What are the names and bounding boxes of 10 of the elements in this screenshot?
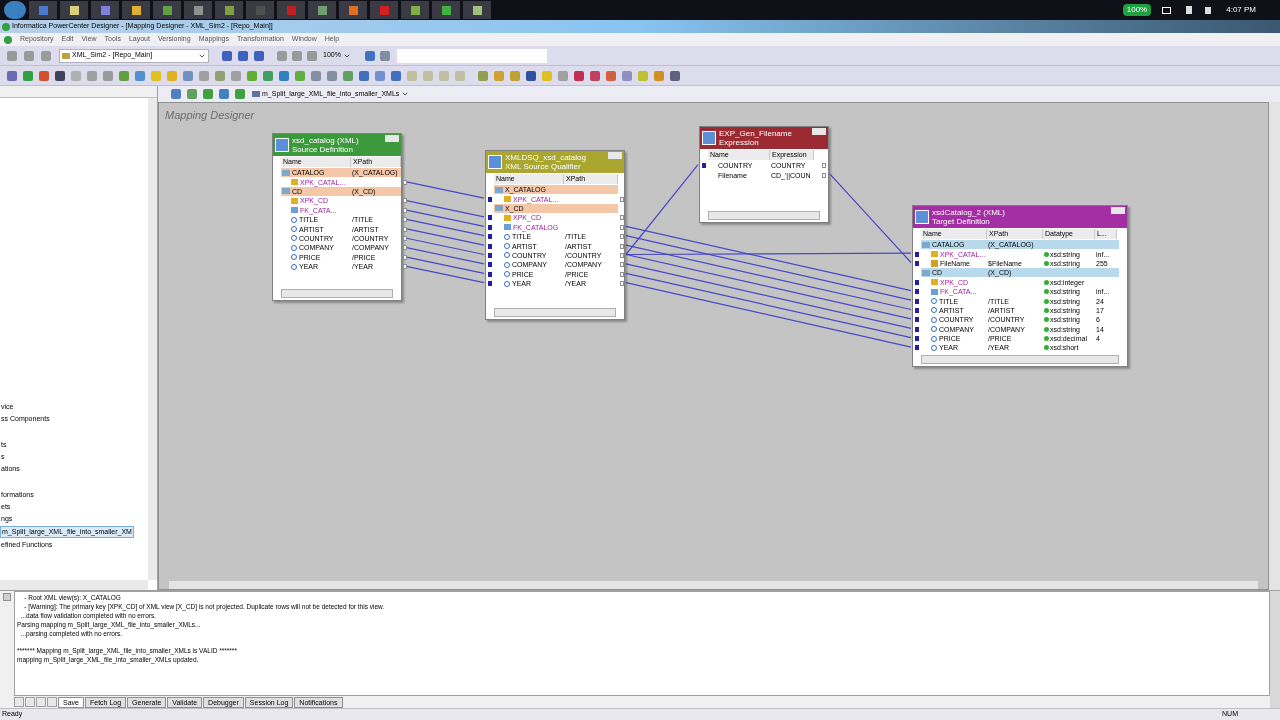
node-title: EXP_Gen_Filename: [719, 129, 793, 138]
node-subtitle: Source Definition: [292, 145, 354, 154]
node-subtitle: XML Source Qualifier: [505, 162, 582, 171]
canvas-label: Mapping Designer: [165, 108, 255, 123]
clock[interactable]: 4:07 PM: [1226, 4, 1256, 16]
node-title: xsdCatalog_2 (XML): [932, 208, 1006, 217]
node-subtitle: Target Definition: [932, 217, 991, 226]
node-subtitle: Expression: [719, 138, 760, 147]
node-title: xsd_catalog (XML): [292, 136, 360, 145]
node-title: XMLDSQ_xsd_catalog: [505, 153, 587, 162]
